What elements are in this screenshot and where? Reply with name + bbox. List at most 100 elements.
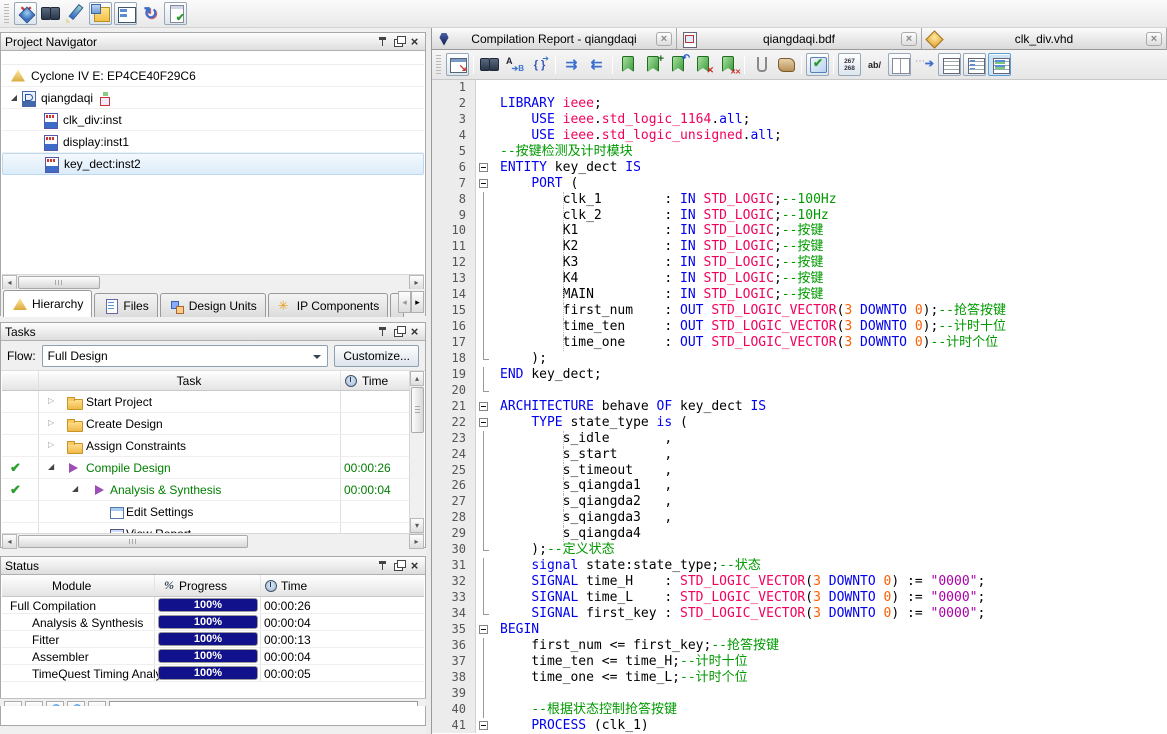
- replace-button[interactable]: [503, 53, 526, 76]
- fold-margin[interactable]: [476, 351, 494, 367]
- tree-item-cyclone-iv-e-ep4ce40f29c6[interactable]: Cyclone IV E: EP4CE40F29C6: [2, 65, 424, 87]
- code-text[interactable]: s_qiangda1 ,: [494, 478, 1167, 494]
- attach-file-button[interactable]: [749, 53, 772, 76]
- code-text[interactable]: K1 : IN STD_LOGIC;--按键: [494, 223, 1167, 239]
- code-editor[interactable]: 12LIBRARY ieee;3 USE ieee.std_logic_1164…: [432, 80, 1167, 734]
- messages-button-5[interactable]: [88, 701, 106, 706]
- code-text[interactable]: LIBRARY ieee;: [494, 96, 1167, 112]
- settings-list-button[interactable]: [114, 2, 137, 25]
- scrollbar-thumb[interactable]: [411, 387, 424, 433]
- detach-editor-button[interactable]: [446, 53, 469, 76]
- fold-margin[interactable]: [476, 447, 494, 463]
- scroll-up-icon[interactable]: ▴: [410, 371, 424, 386]
- pin-icon[interactable]: [376, 325, 389, 338]
- check-syntax-button[interactable]: [806, 53, 829, 76]
- code-text[interactable]: s_start ,: [494, 447, 1167, 463]
- scroll-left-icon[interactable]: ◂: [2, 275, 17, 290]
- fold-margin[interactable]: [476, 670, 494, 686]
- code-text[interactable]: --按键检测及计时模块: [494, 144, 1167, 160]
- float-icon[interactable]: [392, 559, 405, 572]
- fold-margin[interactable]: [476, 654, 494, 670]
- fold-margin[interactable]: [476, 463, 494, 479]
- code-text[interactable]: );: [494, 351, 1167, 367]
- fold-margin[interactable]: [476, 478, 494, 494]
- fold-margin[interactable]: [476, 176, 494, 192]
- task-row-create-design[interactable]: Create Design: [2, 413, 409, 435]
- expander-icon[interactable]: [48, 440, 54, 449]
- tree-item-display-inst1[interactable]: display:inst1: [2, 131, 424, 153]
- code-text[interactable]: clk_1 : IN STD_LOGIC;--100Hz: [494, 192, 1167, 208]
- fold-margin[interactable]: [476, 558, 494, 574]
- time-column-header[interactable]: Time: [362, 374, 388, 388]
- messages-button-1[interactable]: [4, 701, 22, 706]
- flow-select[interactable]: Full Design: [42, 345, 329, 367]
- fold-margin[interactable]: [476, 383, 494, 399]
- fold-margin[interactable]: [476, 526, 494, 542]
- code-text[interactable]: SIGNAL first_key : STD_LOGIC_VECTOR(3 DO…: [494, 606, 1167, 622]
- delete-bookmark-button[interactable]: [692, 53, 715, 76]
- split-window-button[interactable]: [888, 53, 911, 76]
- fold-margin[interactable]: [476, 702, 494, 718]
- fold-margin[interactable]: [476, 542, 494, 558]
- fold-margin[interactable]: [476, 638, 494, 654]
- unindent-button[interactable]: [585, 53, 608, 76]
- tab-hierarchy[interactable]: Hierarchy: [3, 290, 92, 317]
- module-column-header[interactable]: Module: [52, 579, 91, 593]
- fold-margin[interactable]: [476, 335, 494, 351]
- task-row-analysis-synthesis[interactable]: Analysis & Synthesis00:00:04: [2, 479, 409, 501]
- fold-margin[interactable]: [476, 128, 494, 144]
- fold-margin[interactable]: [476, 208, 494, 224]
- comment-button[interactable]: ab/: [863, 53, 886, 76]
- fold-margin[interactable]: [476, 574, 494, 590]
- compile-design-button[interactable]: [14, 2, 37, 25]
- code-text[interactable]: signal state:state_type;--状态: [494, 558, 1167, 574]
- fold-margin[interactable]: [476, 144, 494, 160]
- goto-line-button[interactable]: 267268: [838, 53, 861, 76]
- code-text[interactable]: MAIN : IN STD_LOGIC;--按键: [494, 287, 1167, 303]
- report-check-button[interactable]: [164, 2, 187, 25]
- code-text[interactable]: USE ieee.std_logic_unsigned.all;: [494, 128, 1167, 144]
- expander-icon[interactable]: [72, 484, 78, 493]
- previous-bookmark-button[interactable]: [667, 53, 690, 76]
- code-text[interactable]: time_one : OUT STD_LOGIC_VECTOR(3 DOWNTO…: [494, 335, 1167, 351]
- editor-tab-qiangdaqi-bdf[interactable]: qiangdaqi.bdf: [677, 28, 922, 49]
- fold-margin[interactable]: [476, 287, 494, 303]
- pin-icon[interactable]: [376, 559, 389, 572]
- code-text[interactable]: [494, 80, 1167, 96]
- code-text[interactable]: first_num <= first_key;--抢答按键: [494, 638, 1167, 654]
- tree-item-key-dect-inst2[interactable]: key_dect:inst2: [2, 153, 424, 175]
- fold-margin[interactable]: [476, 192, 494, 208]
- code-text[interactable]: END key_dect;: [494, 367, 1167, 383]
- close-icon[interactable]: [408, 35, 421, 48]
- close-tab-icon[interactable]: [1146, 32, 1162, 46]
- task-column-header[interactable]: Task: [38, 374, 340, 388]
- fold-margin[interactable]: [476, 510, 494, 526]
- code-text[interactable]: clk_2 : IN STD_LOGIC;--10Hz: [494, 208, 1167, 224]
- scroll-right-icon[interactable]: ▸: [409, 534, 424, 549]
- code-text[interactable]: first_num : OUT STD_LOGIC_VECTOR(3 DOWNT…: [494, 303, 1167, 319]
- expander-icon[interactable]: [8, 93, 20, 102]
- delete-all-bookmarks-button[interactable]: [717, 53, 740, 76]
- customize-button[interactable]: Customize...: [334, 345, 419, 367]
- fold-margin[interactable]: [476, 367, 494, 383]
- code-text[interactable]: time_ten : OUT STD_LOGIC_VECTOR(3 DOWNTO…: [494, 319, 1167, 335]
- code-text[interactable]: ENTITY key_dect IS: [494, 160, 1167, 176]
- task-row-assign-constraints[interactable]: Assign Constraints: [2, 435, 409, 457]
- tabs-scroll-left-icon[interactable]: ◂: [398, 291, 411, 313]
- edit-button[interactable]: [64, 2, 87, 25]
- fold-margin[interactable]: [476, 590, 494, 606]
- code-text[interactable]: --根据状态控制抢答按键: [494, 702, 1167, 718]
- fold-margin[interactable]: [476, 431, 494, 447]
- expander-icon[interactable]: [48, 462, 54, 471]
- code-text[interactable]: [494, 383, 1167, 399]
- code-text[interactable]: ARCHITECTURE behave OF key_dect IS: [494, 399, 1167, 415]
- messages-button-2[interactable]: [25, 701, 43, 706]
- editor-tab-compilation-report-qiangdaqi[interactable]: Compilation Report - qiangdaqi: [432, 28, 677, 49]
- find-button[interactable]: [478, 53, 501, 76]
- fold-margin[interactable]: [476, 494, 494, 510]
- tree-item-clk-div-inst[interactable]: clk_div:inst: [2, 109, 424, 131]
- macro-button[interactable]: [774, 53, 797, 76]
- expander-icon[interactable]: [48, 396, 54, 405]
- messages-button-3[interactable]: [46, 701, 64, 706]
- code-text[interactable]: s_qiangda2 ,: [494, 494, 1167, 510]
